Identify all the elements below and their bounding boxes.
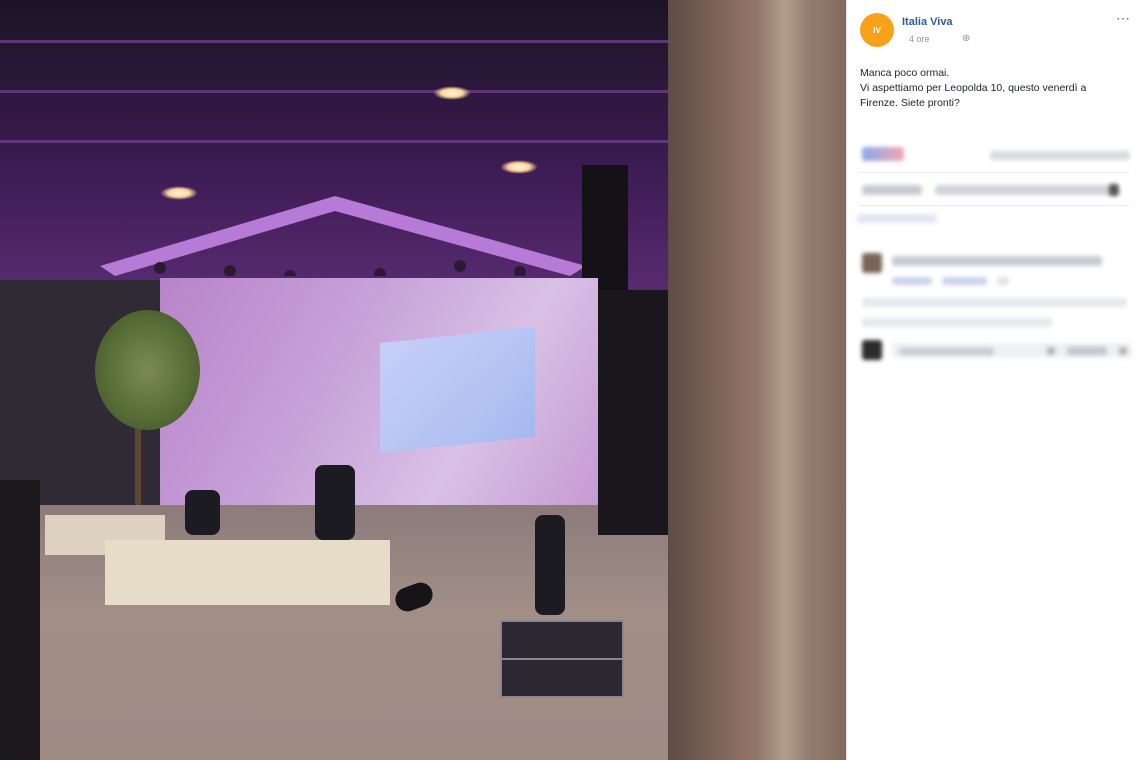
globe-icon: ⊕	[962, 33, 971, 44]
ceiling-beam	[0, 90, 680, 93]
attachment-icons[interactable]	[1067, 347, 1107, 355]
worker	[185, 490, 220, 535]
avatar-text: IV	[873, 25, 881, 35]
view-more-comments-link[interactable]	[857, 214, 937, 223]
comment-reply-link[interactable]	[942, 277, 987, 285]
reaction-icons[interactable]	[862, 147, 904, 161]
more-options-icon[interactable]: ⋯	[1116, 10, 1131, 27]
equipment-case	[500, 620, 624, 660]
reaction-selector[interactable]	[1109, 184, 1119, 196]
post-photo[interactable]	[0, 0, 846, 760]
tree	[95, 310, 200, 430]
ceiling-beam	[0, 140, 680, 143]
lighting-truss	[100, 196, 586, 276]
projected-logo	[380, 326, 535, 454]
timestamp[interactable]: 4 ore	[909, 34, 930, 44]
emoji-icon[interactable]	[1047, 347, 1055, 355]
tree-trunk	[135, 420, 141, 515]
divider	[859, 205, 1129, 206]
viewer-avatar	[862, 340, 882, 360]
sticker-icon[interactable]	[1119, 347, 1127, 355]
equipment-case	[500, 658, 624, 698]
commenter-avatar[interactable]	[862, 253, 882, 273]
post-text-line: Vi aspettiamo per Leopolda 10, questo ve…	[860, 82, 1087, 94]
speaker	[582, 165, 628, 290]
page-name-link[interactable]: Italia Viva	[902, 16, 953, 28]
worker	[535, 515, 565, 615]
page-avatar[interactable]: IV	[860, 13, 894, 47]
ceiling-lamp	[433, 86, 471, 100]
ceiling-lamp	[500, 160, 538, 174]
write-comment-placeholder	[899, 348, 994, 355]
pole	[0, 480, 40, 760]
pillar	[598, 290, 668, 535]
post-text: Manca poco ormai. Vi aspettiamo per Leop…	[860, 66, 1130, 111]
reaction-count[interactable]	[990, 151, 1130, 160]
divider	[859, 172, 1129, 173]
post-text-line: Manca poco ormai.	[860, 67, 950, 79]
column	[755, 0, 815, 760]
worker	[315, 465, 355, 540]
post-panel: IV Italia Viva 4 ore ⊕ ⋯ Manca poco orma…	[846, 0, 1140, 760]
facebook-post: IV Italia Viva 4 ore ⊕ ⋯ Manca poco orma…	[0, 0, 1140, 760]
comment-text	[892, 256, 1102, 266]
comment-time	[997, 277, 1009, 285]
post-text-line: Firenze. Siete pronti?	[860, 97, 960, 109]
like-button[interactable]	[862, 185, 922, 195]
comment-text	[862, 298, 1127, 307]
ceiling-beam	[0, 40, 680, 43]
comment-share-buttons[interactable]	[935, 185, 1115, 195]
comment-like-link[interactable]	[892, 277, 932, 285]
comment-text	[862, 318, 1052, 327]
stage-platform	[105, 540, 390, 605]
